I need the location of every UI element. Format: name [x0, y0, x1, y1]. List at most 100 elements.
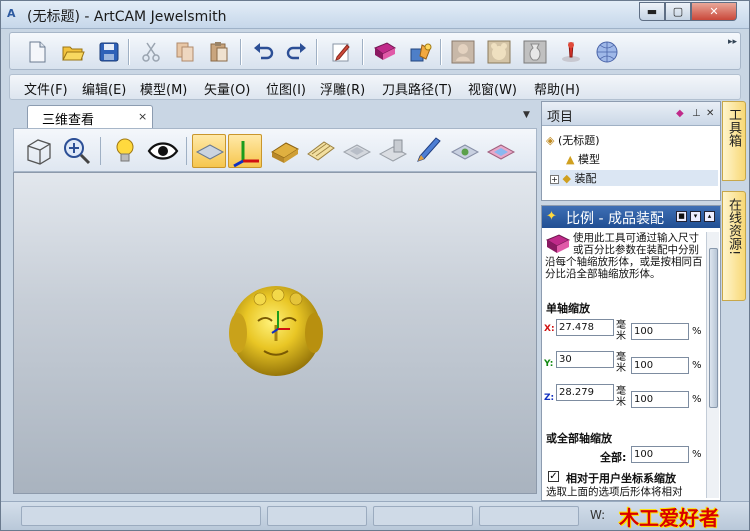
book-icon: [545, 234, 571, 253]
wireframe-icon[interactable]: [304, 134, 338, 168]
project-panel: 项目 ◆ ⊥ ✕ ◈ (无标题) ▲ 模型 + ◆ 装配: [541, 101, 721, 201]
tree-expand-icon[interactable]: +: [550, 175, 559, 184]
x-size-input[interactable]: [556, 319, 614, 336]
save-icon[interactable]: [96, 39, 122, 65]
artcam-app-icon[interactable]: A: [7, 7, 23, 23]
relief-figure-icon[interactable]: [450, 39, 476, 65]
menu-window[interactable]: 视窗(W): [468, 79, 517, 98]
paste-icon[interactable]: [206, 39, 232, 65]
toolbar-overflow-button[interactable]: ▸▸: [728, 37, 737, 47]
new-file-icon[interactable]: [24, 39, 50, 65]
z-size-input[interactable]: [556, 384, 614, 401]
scrollbar-thumb[interactable]: [709, 248, 718, 408]
zoom-icon[interactable]: [60, 134, 94, 168]
side-tab-toolbox[interactable]: 工具箱: [722, 101, 746, 181]
toolbar-separator: [240, 39, 241, 65]
panel-save-icon[interactable]: ■: [676, 211, 687, 222]
menu-edit[interactable]: 编辑(E): [82, 79, 126, 98]
relative-user-coords-checkbox[interactable]: ✓: [548, 471, 559, 482]
axis-icon[interactable]: [228, 134, 262, 168]
tree-item-assembly[interactable]: + ◆ 装配: [550, 170, 718, 186]
tree-item-model-label: 模型: [577, 153, 600, 166]
x-unit-label: 毫米: [616, 320, 626, 342]
z-percent-input[interactable]: [631, 391, 689, 408]
tool-panel-scrollbar[interactable]: [706, 232, 719, 498]
panel-help-icon[interactable]: ◆: [676, 108, 684, 119]
texture-icon[interactable]: [448, 134, 482, 168]
tab-3d-view-label: 三维查看: [42, 113, 95, 128]
panel-expand-icon[interactable]: ▴: [704, 211, 715, 222]
status-cell: [21, 506, 261, 526]
buddha-head-relief-model[interactable]: [228, 281, 328, 379]
tab-3d-view[interactable]: 三维查看 ×: [27, 105, 153, 128]
3d-viewport[interactable]: [13, 172, 537, 494]
redo-icon[interactable]: [284, 39, 310, 65]
document-tab-strip: 三维查看 × ▼: [13, 104, 537, 128]
relative-user-coords-label: 相对于用户坐标系缩放: [566, 472, 676, 485]
menu-toolpaths[interactable]: 刀具路径(T): [382, 79, 452, 98]
scale-tool-panel: ✦ 比例 - 成品装配 ■ ▾ ▴ 使用此工具可通过输入尺寸或百分比参数在装配中…: [541, 205, 721, 501]
tree-root-label: (无标题): [557, 134, 600, 147]
tab-list-dropdown-icon[interactable]: ▼: [523, 110, 530, 120]
toolbox-icon[interactable]: [408, 39, 434, 65]
model-icon: ▲: [566, 153, 575, 166]
y-percent-input[interactable]: [631, 357, 689, 374]
menu-model[interactable]: 模型(M): [140, 79, 187, 98]
close-window-button[interactable]: ✕: [691, 2, 737, 21]
project-panel-title: 项目: [547, 110, 574, 125]
scale-tool-icon: ✦: [546, 209, 557, 224]
y-size-input[interactable]: [556, 351, 614, 368]
panel-collapse-icon[interactable]: ▾: [690, 211, 701, 222]
book-icon[interactable]: [372, 39, 398, 65]
relief-vase-icon[interactable]: [522, 39, 548, 65]
relief-bear-icon[interactable]: [486, 39, 512, 65]
brush-icon[interactable]: [412, 134, 446, 168]
app-window: A (无标题) - ArtCAM Jewelsmith ▬ ▢ ✕ ▸▸ 文件(…: [0, 0, 750, 531]
tool-trailing-text: 选取上面的选项后形体将相对: [546, 486, 683, 498]
all-axis-label: 或全部轴缩放: [546, 432, 612, 445]
all-percent-input[interactable]: [631, 446, 689, 463]
side-tab-online-resources[interactable]: 在线资源!: [722, 191, 746, 301]
draw-plane-icon[interactable]: [376, 134, 410, 168]
x-percent-input[interactable]: [631, 323, 689, 340]
tool-description: 使用此工具可通过输入尺寸或百分比参数在装配中分别沿每个轴缩放形体，或是按相同百分…: [545, 232, 703, 280]
cut-icon[interactable]: [138, 39, 164, 65]
menu-file[interactable]: 文件(F): [24, 79, 68, 98]
maximize-button[interactable]: ▢: [665, 2, 691, 21]
toolbar-separator: [440, 39, 441, 65]
side-tab-online-resources-label: 在线资源!: [726, 198, 741, 256]
menu-vector[interactable]: 矢量(O): [204, 79, 250, 98]
view-toolbar-separator: [100, 137, 101, 165]
shade-relief-icon[interactable]: [268, 134, 302, 168]
render-plane-icon[interactable]: [192, 134, 226, 168]
menu-help[interactable]: 帮助(H): [534, 79, 580, 98]
light-bulb-icon[interactable]: [108, 134, 142, 168]
smooth-shade-icon[interactable]: [340, 134, 374, 168]
sphere-icon[interactable]: [594, 39, 620, 65]
eye-icon[interactable]: [146, 134, 180, 168]
all-percent-symbol: %: [692, 449, 702, 460]
tree-root[interactable]: ◈ (无标题): [546, 132, 600, 148]
menu-bitmap[interactable]: 位图(I): [266, 79, 306, 98]
tool-panel-header: ✦ 比例 - 成品装配 ■ ▾ ▴: [542, 206, 720, 228]
undo-icon[interactable]: [250, 39, 276, 65]
close-tab-icon[interactable]: ×: [138, 110, 147, 123]
sculpt-icon[interactable]: [558, 39, 584, 65]
menu-relief[interactable]: 浮雕(R): [320, 79, 365, 98]
tree-item-model[interactable]: ▲ 模型: [566, 151, 600, 167]
cube-view-icon[interactable]: [22, 134, 56, 168]
close-panel-icon[interactable]: ✕: [706, 108, 714, 119]
all-percent-label: 全部:: [600, 451, 627, 464]
toolbar-separator: [362, 39, 363, 65]
open-folder-icon[interactable]: [60, 39, 86, 65]
project-panel-header: 项目 ◆ ⊥ ✕: [542, 102, 720, 126]
minimize-button[interactable]: ▬: [639, 2, 665, 21]
window-title: (无标题) - ArtCAM Jewelsmith: [27, 9, 227, 25]
color-plane-icon[interactable]: [484, 134, 518, 168]
copy-icon[interactable]: [172, 39, 198, 65]
pin-icon[interactable]: ⊥: [692, 108, 701, 119]
single-axis-label: 单轴缩放: [546, 302, 590, 315]
status-cell: [373, 506, 473, 526]
z-unit-label: 毫米: [616, 386, 626, 408]
edit-icon[interactable]: [328, 39, 354, 65]
